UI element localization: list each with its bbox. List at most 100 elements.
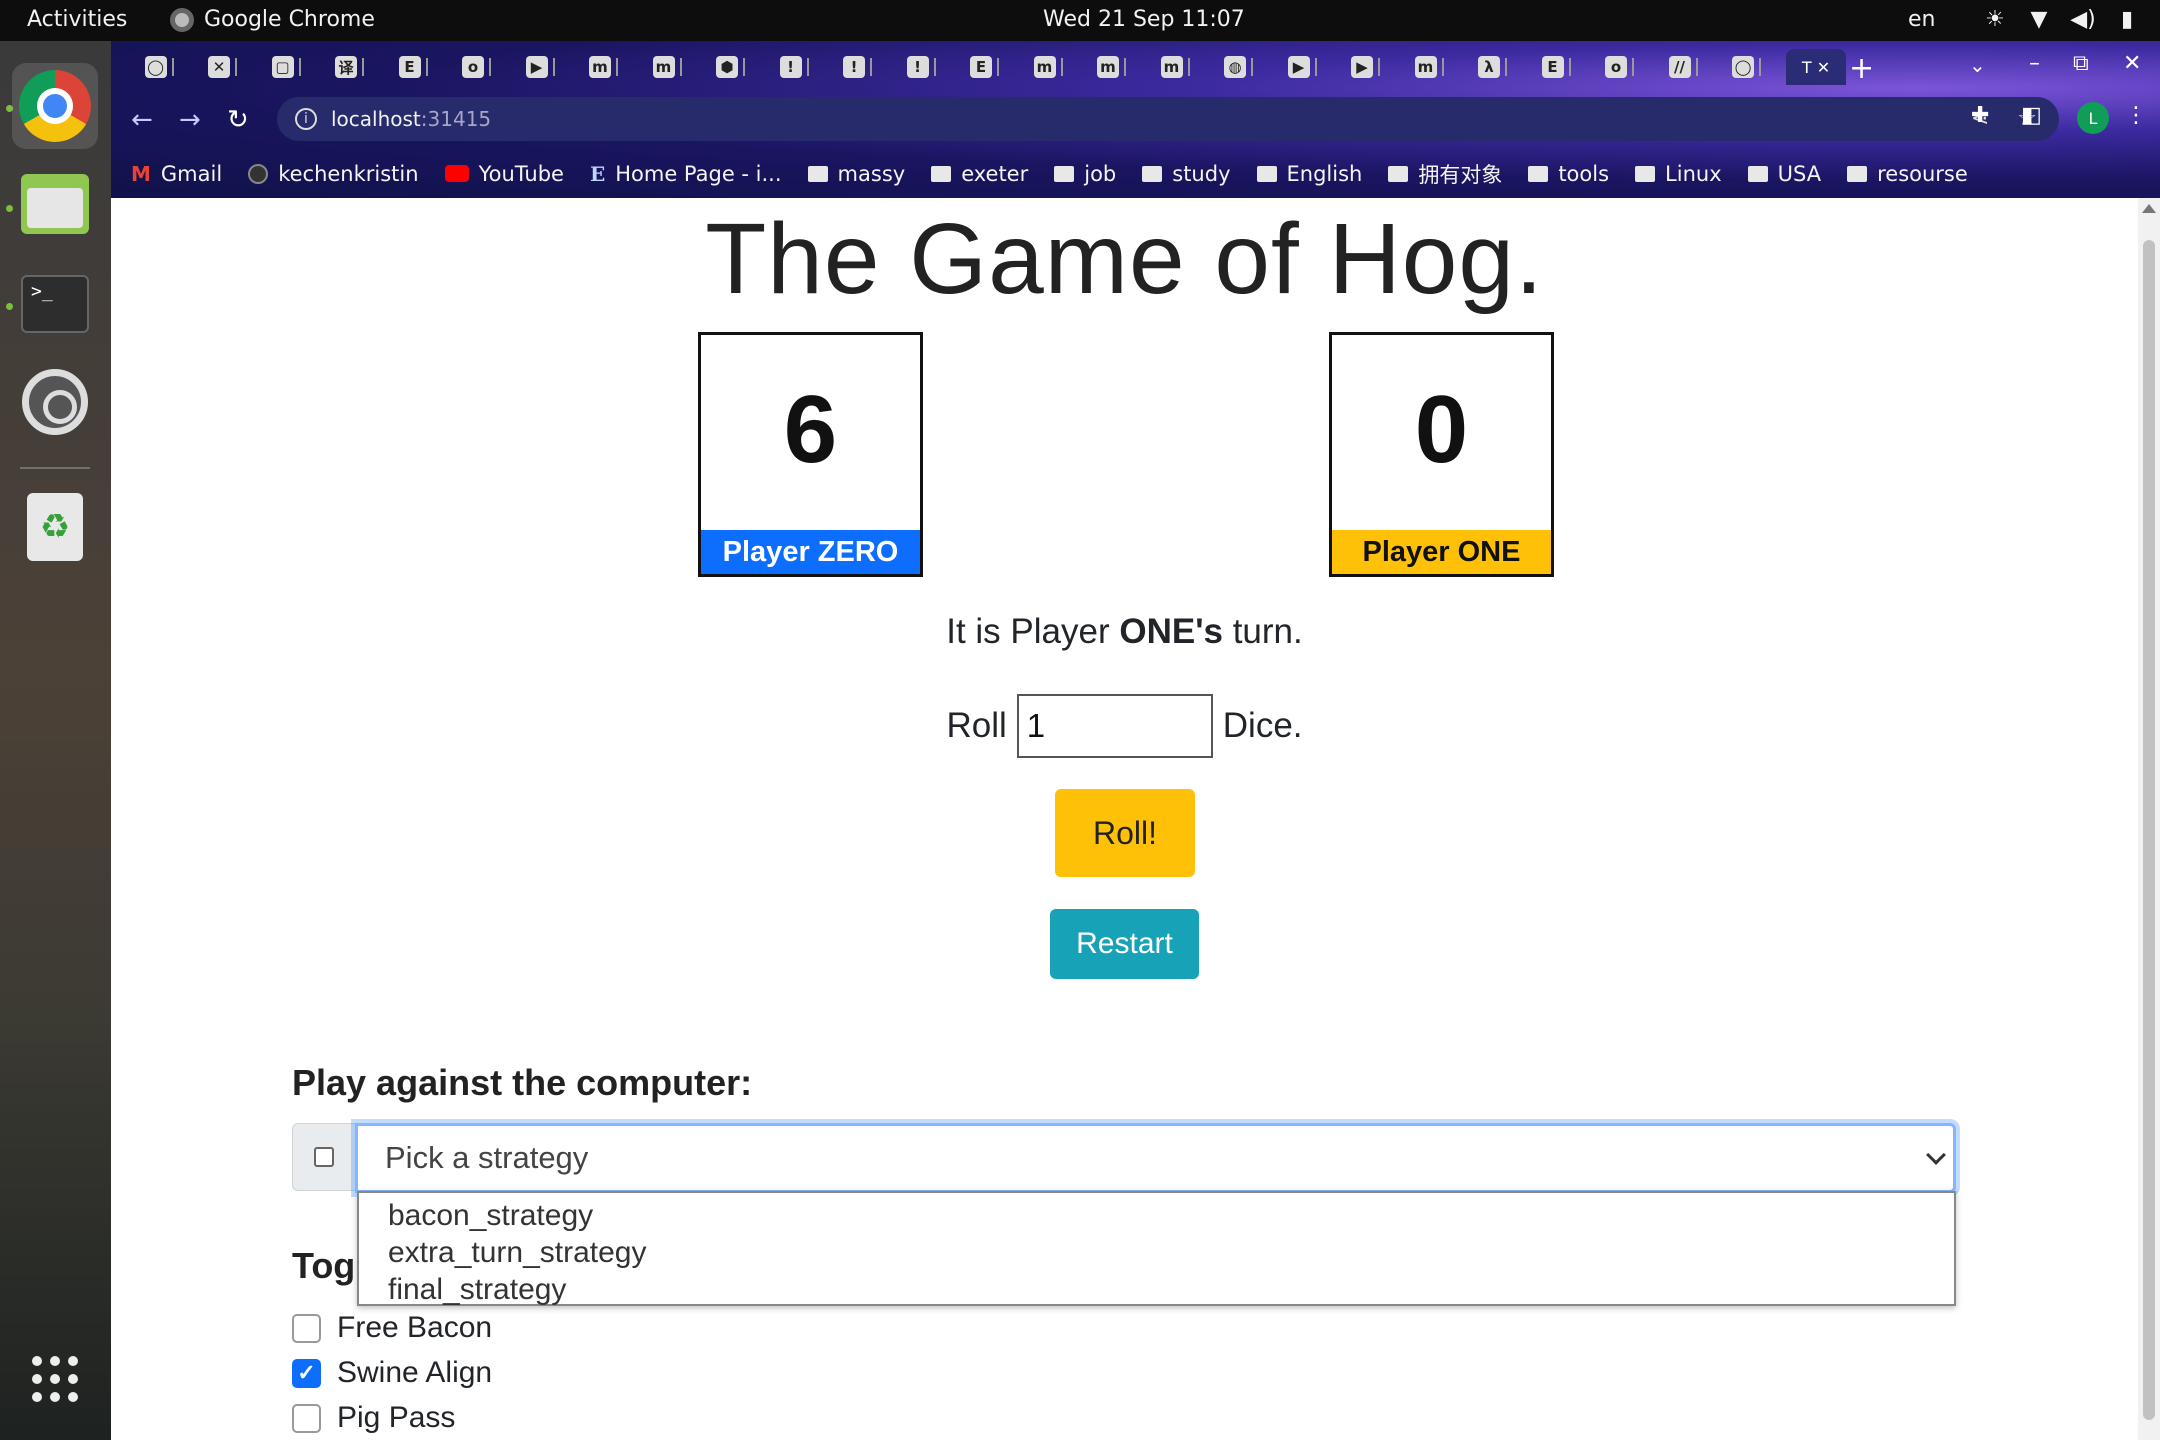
browser-tab[interactable]: m	[1401, 49, 1457, 85]
extensions-icon[interactable]: ✚	[1971, 103, 1989, 128]
browser-tab[interactable]: !	[830, 49, 886, 85]
browser-tab[interactable]: E	[385, 49, 441, 85]
toggle-pig-pass[interactable]: Pig Pass	[292, 1401, 455, 1435]
app-menu[interactable]: Google Chrome	[170, 7, 375, 32]
bookmark-item[interactable]: English	[1256, 161, 1363, 186]
player-one-score: 0	[1414, 376, 1469, 483]
url-port: :31415	[420, 107, 492, 131]
active-tab[interactable]: T ✕	[1786, 49, 1846, 85]
clock[interactable]: Wed 21 Sep 11:07	[1043, 7, 1245, 32]
browser-tab[interactable]: m	[1147, 49, 1203, 85]
browser-tab[interactable]: o	[449, 49, 505, 85]
minimize-icon[interactable]: –	[2029, 51, 2040, 76]
browser-tab[interactable]: ⬢	[703, 49, 759, 85]
bookmark-item[interactable]: resourse	[1847, 162, 1968, 186]
computer-opponent-checkbox[interactable]	[292, 1123, 356, 1191]
show-apps-icon[interactable]	[32, 1356, 78, 1402]
bookmark-item[interactable]: USA	[1747, 162, 1821, 186]
e-icon: E	[1541, 56, 1564, 78]
browser-tab[interactable]: o	[1592, 49, 1648, 85]
bookmark-label: massy	[837, 161, 906, 186]
browser-tab[interactable]: E	[957, 49, 1013, 85]
bookmark-item[interactable]: M Gmail	[131, 162, 222, 186]
browser-tab[interactable]: ✕	[195, 49, 251, 85]
browser-tab[interactable]: ◍	[1211, 49, 1267, 85]
bookmark-item[interactable]: kechenkristin	[248, 162, 419, 186]
new-tab-icon[interactable]: +	[1849, 51, 1874, 86]
browser-tab[interactable]: ▶	[512, 49, 568, 85]
dock-settings[interactable]	[12, 359, 98, 445]
site-info-icon[interactable]: i	[295, 108, 317, 130]
checkbox-swine-align[interactable]: ✓	[292, 1358, 321, 1388]
player-zero-scorebox: 6 Player ZERO	[698, 332, 923, 577]
tab-separator	[1759, 58, 1761, 76]
toggle-free-bacon[interactable]: Free Bacon	[292, 1311, 492, 1345]
cube-icon: ⬢	[716, 56, 738, 78]
browser-tab[interactable]: ▶	[1274, 49, 1330, 85]
checkbox-free-bacon[interactable]	[292, 1313, 321, 1343]
folder-icon	[1388, 165, 1409, 182]
reload-icon[interactable]: ↻	[227, 105, 249, 135]
side-panel-icon[interactable]: ◧	[2021, 103, 2042, 128]
bookmark-item[interactable]: E Home Page - i...	[590, 162, 782, 186]
roll-button[interactable]: Roll!	[1055, 789, 1195, 877]
tab-separator	[743, 58, 745, 76]
browser-tab[interactable]: m	[1084, 49, 1140, 85]
tab-search-icon[interactable]: ⌄	[1969, 53, 1986, 77]
browser-tab[interactable]: ◯	[131, 49, 187, 85]
browser-tab[interactable]: m	[639, 49, 695, 85]
browser-tab[interactable]: ▢	[258, 49, 314, 85]
forward-icon[interactable]: →	[179, 105, 201, 135]
dock-trash[interactable]: ♻	[12, 484, 98, 570]
bookmark-item[interactable]: 拥有对象	[1388, 159, 1502, 189]
bookmark-label: English	[1286, 161, 1363, 186]
page-scrollbar[interactable]	[2138, 198, 2160, 1440]
menu-icon[interactable]: ⋮	[2125, 103, 2147, 128]
browser-tab[interactable]: !	[766, 49, 822, 85]
strategy-option[interactable]: extra_turn_strategy	[359, 1234, 1954, 1271]
close-tab-icon[interactable]: ✕	[1817, 58, 1830, 77]
tab-separator	[616, 58, 618, 76]
bookmark-item[interactable]: job	[1054, 162, 1116, 186]
strategy-option[interactable]: final_strategy	[359, 1271, 1954, 1308]
address-bar[interactable]: i localhost:31415 ⋖ ☆	[277, 97, 2059, 141]
dice-count-input[interactable]	[1016, 694, 1213, 758]
browser-tab[interactable]: !	[893, 49, 949, 85]
bookmark-item[interactable]: study	[1142, 162, 1231, 186]
browser-tab[interactable]: ▶	[1338, 49, 1394, 85]
toggle-label: Pig Pass	[337, 1401, 456, 1434]
language-indicator[interactable]: en	[1908, 7, 1935, 32]
browser-tab[interactable]: //	[1655, 49, 1711, 85]
maximize-icon[interactable]: ⧉	[2073, 51, 2089, 76]
activities-button[interactable]: Activities	[27, 7, 127, 32]
browser-tab[interactable]: λ	[1465, 49, 1521, 85]
bookmark-item[interactable]: YouTube	[444, 161, 564, 186]
dock-chrome[interactable]	[12, 63, 98, 149]
bookmark-label: YouTube	[478, 161, 564, 186]
scrollbar-thumb[interactable]	[2143, 240, 2155, 1420]
strategy-option[interactable]: bacon_strategy	[359, 1197, 1954, 1234]
profile-avatar[interactable]: L	[2077, 102, 2109, 134]
dock-files[interactable]	[12, 161, 98, 247]
back-icon[interactable]: ←	[131, 105, 153, 135]
system-tray[interactable]: ☀ ▼ ◀) ▮	[1982, 6, 2140, 32]
strategy-select[interactable]: Pick a strategy	[355, 1123, 1956, 1193]
dock-terminal[interactable]: >_	[12, 261, 98, 347]
close-window-icon[interactable]: ✕	[2123, 51, 2141, 76]
browser-tab[interactable]: ◯	[1719, 49, 1775, 85]
browser-tab[interactable]: m	[1020, 49, 1076, 85]
scroll-up-icon[interactable]	[2142, 204, 2156, 213]
toggle-swine-align[interactable]: ✓ Swine Align	[292, 1356, 492, 1390]
tab-separator	[489, 58, 491, 76]
browser-tab[interactable]: 译	[322, 49, 378, 85]
bookmark-item[interactable]: massy	[807, 161, 906, 186]
browser-tab[interactable]: E	[1528, 49, 1584, 85]
browser-tab[interactable]: m	[576, 49, 632, 85]
bookmark-item[interactable]: Linux	[1635, 162, 1722, 186]
restart-button[interactable]: Restart	[1050, 909, 1199, 979]
red-icon: !	[843, 56, 865, 78]
bookmark-item[interactable]: exeter	[931, 162, 1028, 186]
checkbox-pig-pass[interactable]	[292, 1403, 321, 1433]
bookmarks-bar: M Gmail kechenkristin YouTube E Home Page - i…	[111, 149, 2160, 198]
bookmark-item[interactable]: tools	[1528, 162, 1609, 186]
